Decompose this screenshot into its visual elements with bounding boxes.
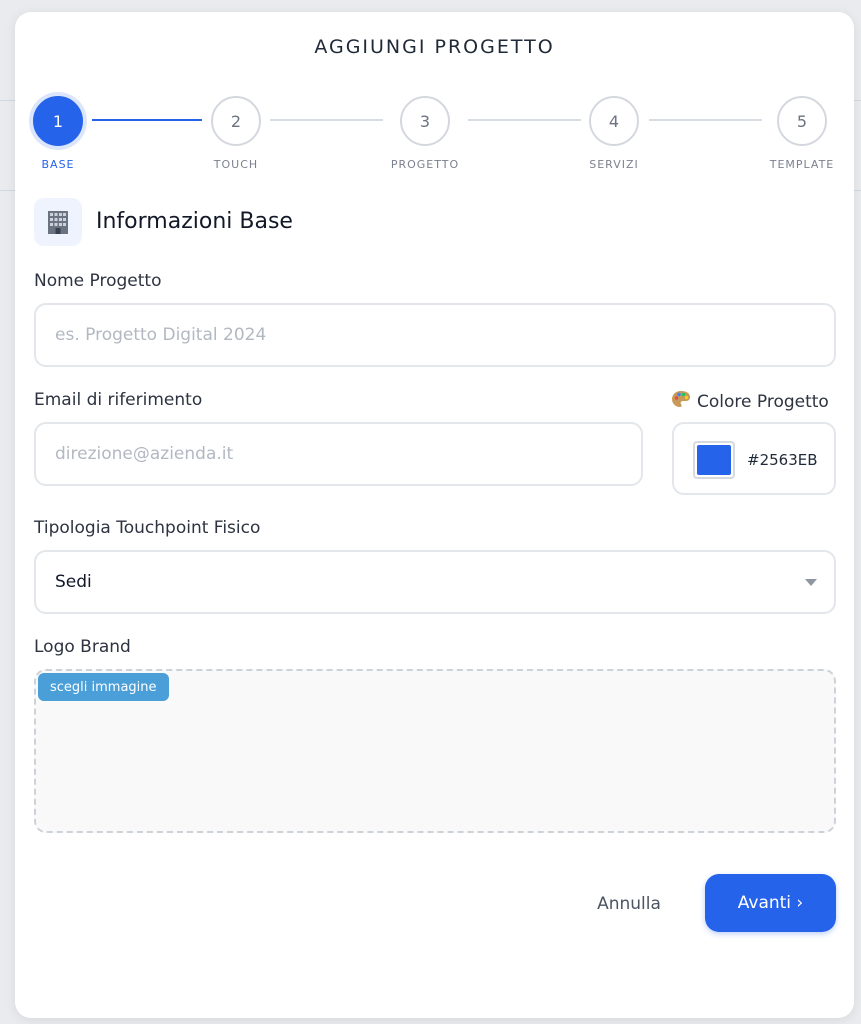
step-5-circle[interactable]: 5 [777, 96, 827, 146]
email-input[interactable] [34, 422, 643, 486]
section-title: Informazioni Base [96, 209, 293, 234]
cancel-button[interactable]: Annulla [586, 888, 672, 920]
step-2-circle[interactable]: 2 [211, 96, 261, 146]
step-number: 1 [52, 111, 64, 131]
step-number: 4 [608, 111, 620, 131]
step-2-label: TOUCH [213, 158, 259, 171]
step-number: 5 [796, 111, 808, 131]
step-connector [468, 119, 581, 121]
add-project-modal: AGGIUNGI PROGETTO 1 2 3 4 5 BASE TOUCH P… [15, 12, 854, 1018]
email-label: Email di riferimento [34, 390, 203, 410]
step-number: 3 [419, 111, 431, 131]
modal-title: AGGIUNGI PROGETTO [314, 36, 555, 58]
touchpoint-type-label: Tipologia Touchpoint Fisico [34, 518, 261, 538]
step-4-label: SERVIZI [589, 158, 639, 171]
logo-brand-label: Logo Brand [34, 637, 131, 657]
project-name-input[interactable] [34, 303, 836, 367]
step-connector [649, 119, 762, 121]
touchpoint-type-select[interactable]: Sedi [34, 550, 836, 614]
step-3-label: PROGETTO [390, 158, 460, 171]
next-button[interactable]: Avanti › [705, 874, 836, 932]
logo-dropzone[interactable]: scegli immagine [34, 669, 836, 833]
choose-image-button[interactable]: scegli immagine [38, 673, 169, 701]
project-color-label: Colore Progetto [671, 390, 829, 413]
color-swatch-fill [697, 445, 731, 475]
step-5-label: TEMPLATE [769, 158, 835, 171]
touchpoint-type-selected: Sedi [55, 572, 92, 592]
project-name-label: Nome Progetto [34, 271, 162, 291]
color-hex-value: #2563EB [747, 451, 818, 469]
step-3-circle[interactable]: 3 [400, 96, 450, 146]
project-color-label-text: Colore Progetto [697, 391, 829, 412]
step-1-label: BASE [41, 158, 75, 171]
chevron-down-icon [805, 579, 817, 586]
step-1-circle[interactable]: 1 [33, 96, 83, 146]
color-picker[interactable]: #2563EB [672, 422, 836, 495]
step-number: 2 [230, 111, 242, 131]
step-4-circle[interactable]: 4 [589, 96, 639, 146]
palette-icon [671, 390, 691, 413]
office-building-icon [34, 198, 82, 246]
step-connector [270, 119, 383, 121]
step-connector [92, 119, 202, 121]
color-swatch[interactable] [693, 441, 735, 479]
